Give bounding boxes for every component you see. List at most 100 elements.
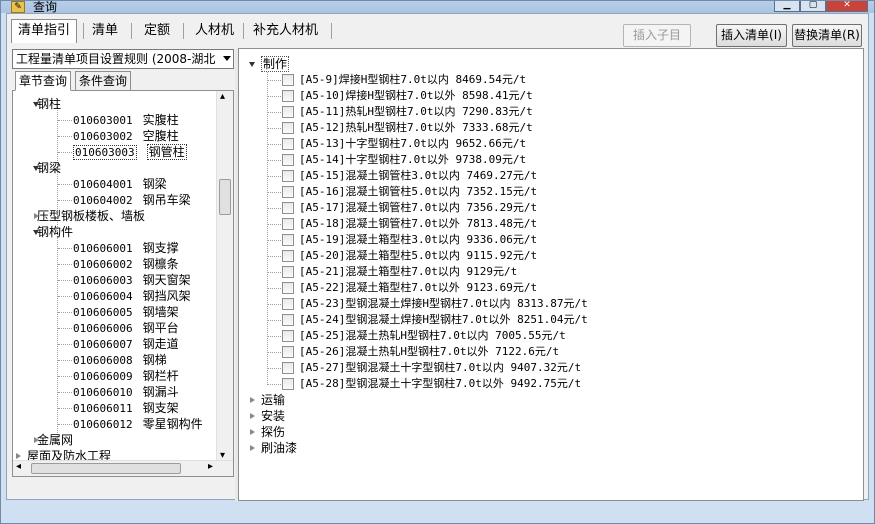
- quota-group-label[interactable]: 制作: [261, 56, 290, 72]
- dropdown-arrow-icon[interactable]: [223, 56, 231, 61]
- tree-group-item[interactable]: 金属网: [37, 432, 73, 448]
- quota-item[interactable]: [A5-23]型钢混凝土焊接H型钢柱7.0t以内 8313.87元/t: [299, 296, 588, 312]
- scroll-left-icon[interactable]: ◂: [16, 461, 21, 472]
- tree-leaf-item[interactable]: 010606010 钢漏斗: [63, 384, 179, 400]
- close-icon[interactable]: ✕: [826, 1, 868, 12]
- tree-leaf-item[interactable]: 010603001 实腹柱: [63, 112, 179, 128]
- quota-item[interactable]: [A5-13]十字型钢柱7.0t以内 9652.66元/t: [299, 136, 526, 152]
- quota-item[interactable]: [A5-27]型钢混凝土十字型钢柱7.0t以内 9407.32元/t: [299, 360, 581, 376]
- quota-item[interactable]: [A5-26]混凝土热轧H型钢柱7.0t以外 7122.6元/t: [299, 344, 559, 360]
- quota-item[interactable]: [A5-12]热轧H型钢柱7.0t以外 7333.68元/t: [299, 120, 533, 136]
- quota-checkbox[interactable]: [282, 138, 294, 150]
- scroll-up-icon[interactable]: ▴: [220, 91, 225, 102]
- subtab-condition-search[interactable]: 条件查询: [75, 71, 132, 91]
- quota-item[interactable]: [A5-22]混凝土箱型柱7.0t以外 9123.69元/t: [299, 280, 537, 296]
- quota-checkbox[interactable]: [282, 122, 294, 134]
- quota-item[interactable]: [A5-25]混凝土热轧H型钢柱7.0t以内 7005.55元/t: [299, 328, 566, 344]
- quota-checkbox[interactable]: [282, 74, 294, 86]
- quota-group-label[interactable]: 安装: [261, 408, 285, 424]
- collapse-arrow-icon[interactable]: [249, 62, 255, 67]
- tree-leaf-item[interactable]: 010603002 空腹柱: [63, 128, 179, 144]
- tree-leaf-item[interactable]: 010604001 钢梁: [63, 176, 167, 192]
- quota-checkbox[interactable]: [282, 106, 294, 118]
- quota-checkbox[interactable]: [282, 314, 294, 326]
- tree-group-item[interactable]: 压型钢板楼板、墙板: [37, 208, 145, 224]
- tab-list-guide[interactable]: 清单指引: [11, 19, 78, 43]
- quota-item[interactable]: [A5-28]型钢混凝土十字型钢柱7.0t以外 9492.75元/t: [299, 376, 581, 392]
- quota-checkbox[interactable]: [282, 154, 294, 166]
- quota-checkbox[interactable]: [282, 186, 294, 198]
- quota-item[interactable]: [A5-15]混凝土钢管柱3.0t以内 7469.27元/t: [299, 168, 537, 184]
- quota-item[interactable]: [A5-20]混凝土箱型柱5.0t以内 9115.92元/t: [299, 248, 537, 264]
- tab-labor-material-machine[interactable]: 人材机: [188, 19, 241, 43]
- quota-item[interactable]: [A5-18]混凝土钢管柱7.0t以外 7813.48元/t: [299, 216, 537, 232]
- quota-item[interactable]: [A5-21]混凝土箱型柱7.0t以内 9129元/t: [299, 264, 517, 280]
- tab-quota[interactable]: 定额: [137, 19, 177, 43]
- collapse-arrow-icon[interactable]: [33, 230, 39, 235]
- tree-leaf-item[interactable]: 010606006 钢平台: [63, 320, 179, 336]
- quota-checkbox[interactable]: [282, 202, 294, 214]
- minimize-icon[interactable]: ▁: [774, 1, 800, 12]
- left-vertical-scrollbar[interactable]: ▴ ▾: [216, 91, 233, 461]
- tree-leaf-item[interactable]: 010606002 钢檩条: [63, 256, 179, 272]
- tree-leaf-item[interactable]: 010606007 钢走道: [63, 336, 179, 352]
- collapse-arrow-icon[interactable]: [33, 166, 39, 171]
- scroll-thumb[interactable]: [219, 179, 231, 215]
- tree-leaf-item[interactable]: 010606005 钢墙架: [63, 304, 179, 320]
- tree-leaf-item[interactable]: 010606009 钢栏杆: [63, 368, 179, 384]
- quota-item[interactable]: [A5-19]混凝土箱型柱3.0t以内 9336.06元/t: [299, 232, 537, 248]
- replace-list-button[interactable]: 替换清单(R): [792, 24, 862, 47]
- quota-checkbox[interactable]: [282, 378, 294, 390]
- quota-item[interactable]: [A5-24]型钢混凝土焊接H型钢柱7.0t以外 8251.04元/t: [299, 312, 588, 328]
- tree-leaf-item[interactable]: 010603003 钢管柱: [63, 144, 187, 160]
- insert-child-button[interactable]: 插入子目: [623, 24, 691, 47]
- tree-group-item[interactable]: 钢构件: [37, 224, 73, 240]
- quota-group-label[interactable]: 探伤: [261, 424, 285, 440]
- quota-group-label[interactable]: 刷油漆: [261, 440, 297, 456]
- rule-select[interactable]: 工程量清单项目设置规则 (2008-湖北: [12, 49, 234, 69]
- expand-arrow-icon[interactable]: [250, 445, 255, 451]
- quota-checkbox[interactable]: [282, 250, 294, 262]
- quota-checkbox[interactable]: [282, 170, 294, 182]
- quota-checkbox[interactable]: [282, 90, 294, 102]
- quota-item[interactable]: [A5-14]十字型钢柱7.0t以外 9738.09元/t: [299, 152, 526, 168]
- insert-list-button[interactable]: 插入清单(I): [716, 24, 787, 47]
- tab-list[interactable]: 清单: [85, 19, 125, 43]
- expand-arrow-icon[interactable]: [250, 413, 255, 419]
- expand-arrow-icon[interactable]: [250, 397, 255, 403]
- tree-leaf-item[interactable]: 010606001 钢支撑: [63, 240, 179, 256]
- expand-arrow-icon[interactable]: [34, 437, 39, 443]
- subtab-chapter-search[interactable]: 章节查询: [15, 71, 72, 91]
- quota-item[interactable]: [A5-11]热轧H型钢柱7.0t以内 7290.83元/t: [299, 104, 533, 120]
- left-horizontal-scrollbar[interactable]: ◂ ▸: [13, 460, 233, 476]
- tree-group-item[interactable]: 钢梁: [37, 160, 61, 176]
- quota-item[interactable]: [A5-17]混凝土钢管柱7.0t以内 7356.29元/t: [299, 200, 537, 216]
- quota-item[interactable]: [A5-10]焊接H型钢柱7.0t以外 8598.41元/t: [299, 88, 533, 104]
- quota-group-label[interactable]: 运输: [261, 392, 285, 408]
- expand-arrow-icon[interactable]: [16, 453, 21, 459]
- tab-supplementary-lmm[interactable]: 补充人材机: [246, 19, 325, 43]
- tree-leaf-item[interactable]: 010604002 钢吊车梁: [63, 192, 191, 208]
- tree-leaf-item[interactable]: 010606008 钢梯: [63, 352, 167, 368]
- scroll-right-icon[interactable]: ▸: [208, 461, 213, 472]
- quota-checkbox[interactable]: [282, 330, 294, 342]
- tree-leaf-item[interactable]: 010606004 钢挡风架: [63, 288, 191, 304]
- tree-leaf-item[interactable]: 010606012 零星钢构件: [63, 416, 203, 432]
- quota-checkbox[interactable]: [282, 298, 294, 310]
- quota-checkbox[interactable]: [282, 266, 294, 278]
- tree-leaf-item[interactable]: 010606011 钢支架: [63, 400, 179, 416]
- quota-checkbox[interactable]: [282, 282, 294, 294]
- scroll-thumb[interactable]: [31, 463, 181, 474]
- maximize-icon[interactable]: ▢: [800, 1, 826, 12]
- quota-item[interactable]: [A5-9]焊接H型钢柱7.0t以内 8469.54元/t: [299, 72, 526, 88]
- expand-arrow-icon[interactable]: [34, 213, 39, 219]
- quota-item[interactable]: [A5-16]混凝土钢管柱5.0t以内 7352.15元/t: [299, 184, 537, 200]
- quota-checkbox[interactable]: [282, 362, 294, 374]
- title-bar[interactable]: ✎ 查询 ▁ ▢ ✕: [1, 0, 874, 14]
- quota-checkbox[interactable]: [282, 346, 294, 358]
- collapse-arrow-icon[interactable]: [33, 102, 39, 107]
- tree-leaf-item[interactable]: 010606003 钢天窗架: [63, 272, 191, 288]
- quota-checkbox[interactable]: [282, 218, 294, 230]
- expand-arrow-icon[interactable]: [250, 429, 255, 435]
- quota-checkbox[interactable]: [282, 234, 294, 246]
